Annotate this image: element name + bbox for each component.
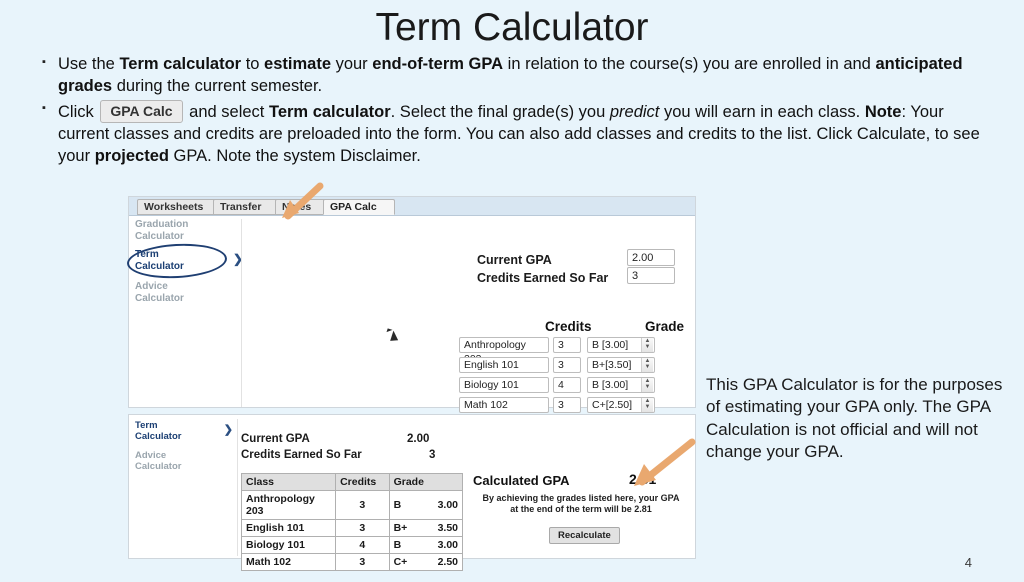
cell-credits: 3 bbox=[335, 553, 390, 571]
cell-grade: B bbox=[388, 490, 434, 520]
cell-class: Anthropology 203 bbox=[240, 490, 337, 520]
cell-credits: 4 bbox=[335, 536, 390, 554]
grade-select[interactable]: C+[2.50] ▲ ▼ bbox=[587, 397, 655, 413]
table-row: Biology 101 4 B 3.00 bbox=[240, 536, 463, 554]
current-gpa-label: Current GPA bbox=[241, 433, 310, 445]
table-header-row: Class Credits Grade bbox=[240, 473, 464, 491]
chevron-down-icon[interactable]: ▲ ▼ bbox=[641, 338, 653, 352]
cell-grade: B+ bbox=[388, 519, 434, 537]
bullet-square-icon: ▪ bbox=[42, 101, 46, 114]
chevron-right-icon: ❯ bbox=[223, 424, 233, 436]
achievement-message: By achieving the grades listed here, you… bbox=[482, 493, 680, 515]
class-input[interactable]: Anthropology 203 bbox=[459, 337, 549, 365]
disclaimer-text: This GPA Calculator is for the purposes … bbox=[706, 375, 1003, 462]
column-header-credits: Credits bbox=[545, 319, 592, 334]
screenshot-calculated-gpa-results: Term Calculator ❯ Advice Calculator Curren… bbox=[128, 414, 696, 571]
grade-select-value: B [3.00] bbox=[592, 339, 629, 351]
grade-select[interactable]: B+[3.50] ▲ ▼ bbox=[587, 357, 655, 373]
list-item: ▪ Click GPA Calc and select Term calcula… bbox=[42, 99, 994, 168]
calculated-gpa-value: 2.81 bbox=[629, 471, 657, 487]
sidebar-item-term-calculator[interactable]: Term Calculator ❯ bbox=[135, 420, 233, 443]
grade-select[interactable]: B [3.00] ▲ ▼ bbox=[587, 377, 655, 393]
chevron-down-icon[interactable]: ▲ ▼ bbox=[641, 378, 653, 392]
credits-earned-label: Credits Earned So Far bbox=[477, 271, 609, 285]
recalculate-button[interactable]: Recalculate bbox=[549, 527, 620, 544]
column-header-class: Class bbox=[240, 473, 337, 491]
sidebar-item-advice-calculator[interactable]: Advice Calculator bbox=[135, 281, 235, 304]
cell-class: Biology 101 bbox=[240, 536, 337, 554]
credits-earned-value: 3 bbox=[627, 267, 675, 284]
cell-class: English 101 bbox=[240, 519, 337, 537]
slide-number: 4 bbox=[964, 555, 972, 570]
class-input[interactable]: Biology 101 bbox=[459, 377, 549, 393]
page-title: Term Calculator bbox=[375, 6, 649, 49]
credits-input[interactable]: 3 bbox=[553, 397, 581, 413]
tab-gpa-calc[interactable]: GPA Calc bbox=[323, 199, 395, 215]
bullet-text-1: Use the Term calculator to estimate your… bbox=[58, 55, 963, 95]
calculated-gpa-label: Calculated GPA bbox=[473, 473, 570, 488]
sidebar-item-graduation-calculator[interactable]: Graduation Calculator bbox=[135, 219, 235, 242]
class-input[interactable]: Math 102 bbox=[459, 397, 549, 413]
divider bbox=[237, 419, 238, 556]
cell-grade: B bbox=[388, 536, 434, 554]
grade-select-value: C+[2.50] bbox=[592, 399, 632, 411]
screenshot-term-calculator-form: Worksheets Transfer Notes GPA Calc Gradu… bbox=[126, 196, 696, 413]
cell-points: 2.50 bbox=[433, 553, 463, 571]
column-header-grade: Grade bbox=[645, 319, 685, 334]
cell-points: 3.00 bbox=[433, 490, 463, 520]
class-input[interactable]: English 101 bbox=[459, 357, 549, 373]
grade-select-value: B+[3.50] bbox=[592, 359, 632, 371]
bullet-list: ▪ Use the Term calculator to estimate yo… bbox=[42, 54, 994, 168]
sidebar-item-advice-calculator[interactable]: Advice Calculator bbox=[135, 450, 231, 473]
current-gpa-value: 2.00 bbox=[627, 249, 675, 266]
side-navigation: Term Calculator ❯ Advice Calculator bbox=[135, 420, 233, 473]
credits-earned-label: Credits Earned So Far bbox=[241, 449, 362, 461]
highlight-oval bbox=[126, 241, 228, 281]
cell-points: 3.00 bbox=[433, 536, 463, 554]
grade-select-value: B [3.00] bbox=[592, 379, 629, 391]
bullet-text-2: Click GPA Calc and select Term calculato… bbox=[58, 99, 994, 168]
credits-earned-value: 3 bbox=[429, 449, 436, 461]
table-row: Anthropology 203 3 B 3.00 bbox=[240, 490, 463, 520]
chevron-down-icon[interactable]: ▲ ▼ bbox=[641, 358, 653, 372]
column-header-credits: Credits bbox=[335, 473, 390, 491]
cell-grade: C+ bbox=[388, 553, 434, 571]
divider bbox=[241, 219, 242, 407]
table-row: Math 102 3 C+ 2.50 bbox=[240, 553, 463, 571]
credits-input[interactable]: 3 bbox=[553, 357, 581, 373]
column-header-grade: Grade bbox=[388, 473, 464, 491]
chevron-down-icon[interactable]: ▲ ▼ bbox=[641, 398, 653, 412]
grade-select[interactable]: B [3.00] ▲ ▼ bbox=[587, 337, 655, 353]
side-navigation: Graduation Calculator Term Calculator ❯ Ad… bbox=[126, 219, 243, 311]
credits-input[interactable]: 4 bbox=[553, 377, 581, 393]
sidebar-item-label: Graduation Calculator bbox=[135, 219, 189, 242]
current-gpa-label: Current GPA bbox=[477, 253, 552, 267]
gpa-calc-chip: GPA Calc bbox=[100, 99, 183, 124]
cell-credits: 3 bbox=[335, 519, 390, 537]
table-row: English 101 3 B+ 3.50 bbox=[240, 519, 463, 537]
mouse-cursor-icon bbox=[386, 328, 393, 334]
tab-bar: Worksheets Transfer Notes GPA Calc bbox=[129, 197, 695, 216]
cell-class: Math 102 bbox=[240, 553, 337, 571]
list-item: ▪ Use the Term calculator to estimate yo… bbox=[42, 54, 994, 98]
current-gpa-value: 2.00 bbox=[407, 433, 430, 445]
sidebar-item-term-calculator[interactable]: Term Calculator ❯ bbox=[126, 241, 243, 281]
cell-credits: 3 bbox=[335, 490, 390, 520]
credits-input[interactable]: 3 bbox=[553, 337, 581, 353]
sidebar-item-label: Advice Calculator bbox=[135, 281, 184, 304]
bullet-square-icon: ▪ bbox=[42, 56, 46, 68]
grades-table: Class Credits Grade Anthropology 203 3 B… bbox=[240, 473, 464, 571]
tab-worksheets[interactable]: Worksheets bbox=[137, 199, 223, 215]
cell-points: 3.50 bbox=[433, 519, 463, 537]
